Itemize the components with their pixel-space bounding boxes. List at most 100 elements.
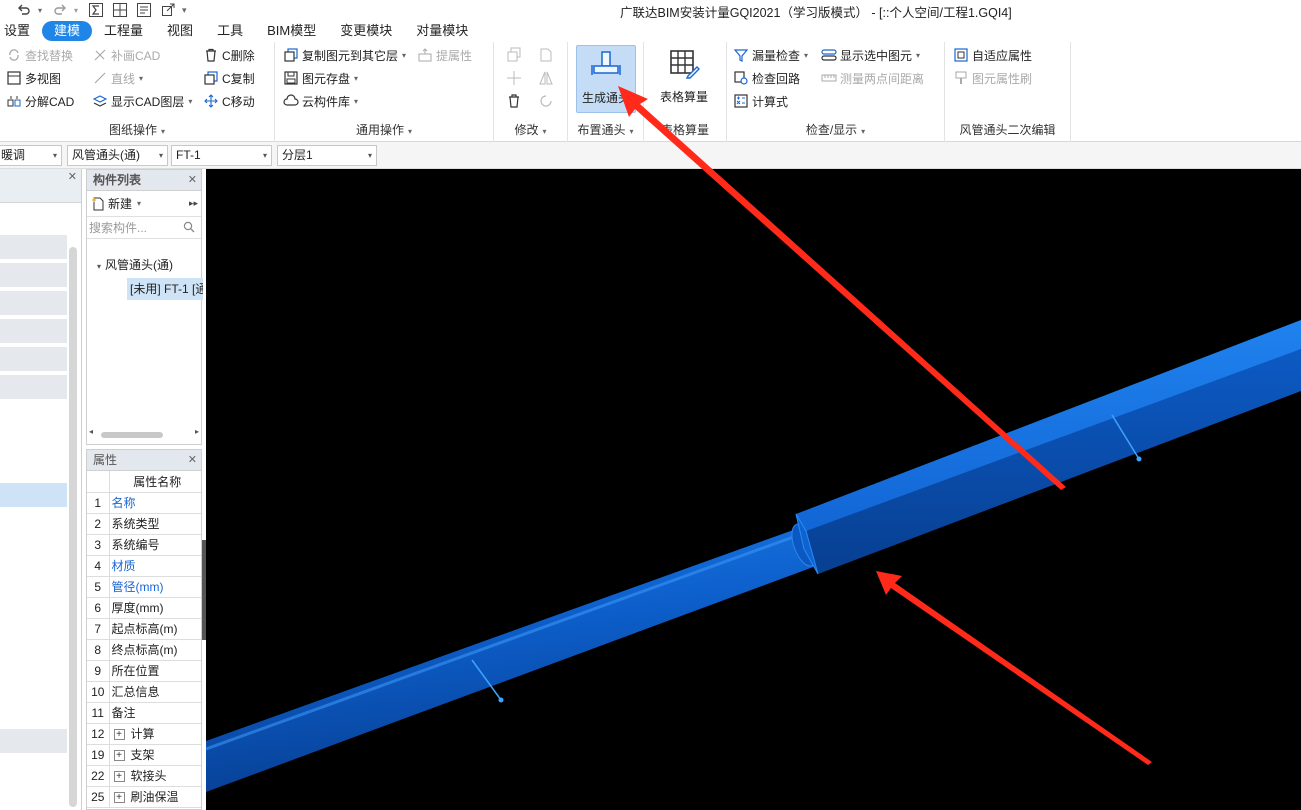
menu-reconcile-module[interactable]: 对量模块 bbox=[404, 21, 480, 41]
3d-viewport[interactable] bbox=[206, 169, 1301, 810]
tree-node-parent[interactable]: ▾ 风管通头(通) bbox=[97, 256, 173, 273]
new-component-button[interactable]: 新建 bbox=[108, 195, 132, 212]
close-icon[interactable]: ✕ bbox=[188, 450, 197, 471]
rect-duct-side[interactable] bbox=[796, 349, 1301, 574]
expand-icon[interactable]: + bbox=[113, 750, 125, 762]
menu-modeling[interactable]: 建模 bbox=[42, 21, 93, 41]
nav-item[interactable] bbox=[0, 291, 67, 315]
menu-quantity[interactable]: 工程量 bbox=[92, 21, 155, 41]
table-row[interactable]: 2 系统类型 bbox=[87, 513, 201, 535]
table-row[interactable]: 1 名称 bbox=[87, 492, 201, 514]
undo-icon[interactable] bbox=[14, 1, 34, 19]
menu-bim-model[interactable]: BIM模型 bbox=[255, 21, 328, 41]
menu-change-module[interactable]: 变更模块 bbox=[328, 21, 404, 41]
scroll-thumb[interactable] bbox=[101, 432, 163, 438]
table-row[interactable]: 25 + 刷油保温 bbox=[87, 786, 201, 808]
expand-icon[interactable]: + bbox=[113, 729, 125, 741]
menu-settings[interactable]: 设置 bbox=[0, 21, 42, 41]
table-row[interactable]: 22 + 软接头 bbox=[87, 765, 201, 787]
close-icon[interactable]: ✕ bbox=[188, 170, 197, 191]
menu-view[interactable]: 视图 bbox=[155, 21, 205, 41]
panel-icon[interactable] bbox=[134, 1, 154, 19]
component-search[interactable]: 搜索构件... bbox=[87, 217, 201, 239]
close-icon[interactable]: ✕ bbox=[68, 170, 77, 183]
nav-item[interactable] bbox=[0, 319, 67, 343]
nav-item[interactable] bbox=[0, 263, 67, 287]
copy-to-other-floor-button[interactable]: 复制图元到其它层 ▾ bbox=[283, 45, 406, 65]
group-label-drawing-ops[interactable]: 图纸操作 ▾ bbox=[0, 121, 274, 138]
more-icon[interactable]: ▸▸ bbox=[189, 198, 198, 209]
expand-icon[interactable]: + bbox=[113, 771, 125, 783]
check-loop-button[interactable]: 检查回路 bbox=[733, 68, 800, 88]
layer-select[interactable]: 分层1 ▾ bbox=[277, 145, 377, 166]
new-dropdown-icon[interactable]: ▾ bbox=[137, 199, 141, 208]
table-row[interactable]: 10 汇总信息 bbox=[87, 681, 201, 703]
modify-mirror-icon[interactable] bbox=[538, 68, 554, 88]
redo-dropdown-icon[interactable]: ▾ bbox=[74, 6, 78, 15]
nav-item[interactable] bbox=[0, 375, 67, 399]
group-label-check-display[interactable]: 检查/显示 ▾ bbox=[727, 121, 944, 138]
straight-line-button[interactable]: 直线 ▾ bbox=[92, 68, 143, 88]
nav-item[interactable] bbox=[0, 729, 67, 753]
show-selected-button[interactable]: 显示选中图元 ▾ bbox=[821, 45, 920, 65]
table-calc-button[interactable]: 表格算量 bbox=[654, 45, 714, 113]
measure-distance-button[interactable]: 测量两点间距离 bbox=[821, 68, 924, 88]
tree-node-selected[interactable]: [未用] FT-1 [通 bbox=[127, 278, 203, 300]
c-move-button[interactable]: C移动 bbox=[203, 91, 255, 111]
generate-fitting-button[interactable]: 生成通头 bbox=[576, 45, 636, 113]
export-icon[interactable] bbox=[158, 1, 178, 19]
horizontal-scrollbar[interactable]: ◂ ▸ bbox=[89, 427, 199, 440]
table-row[interactable]: 9 所在位置 bbox=[87, 660, 201, 682]
show-cad-layer-button[interactable]: 显示CAD图层 ▾ bbox=[92, 91, 192, 111]
collapse-icon[interactable]: ▾ bbox=[97, 262, 101, 271]
redo-icon[interactable] bbox=[50, 1, 70, 19]
nav-item[interactable] bbox=[0, 347, 67, 371]
sum-icon[interactable] bbox=[86, 1, 106, 19]
table-row[interactable]: 4 材质 bbox=[87, 555, 201, 577]
leak-check-button[interactable]: 漏量检查 ▾ bbox=[733, 45, 808, 65]
table-row[interactable]: 12 + 计算 bbox=[87, 723, 201, 745]
nav-item-selected[interactable] bbox=[0, 483, 67, 507]
group-label-place-fitting[interactable]: 布置通头 ▾ bbox=[568, 121, 643, 138]
table-row[interactable]: 3 系统编号 bbox=[87, 534, 201, 556]
undo-dropdown-icon[interactable]: ▾ bbox=[38, 6, 42, 15]
modify-copy-icon[interactable] bbox=[506, 45, 522, 65]
c-copy-button[interactable]: C复制 bbox=[203, 68, 255, 88]
modify-move-icon[interactable] bbox=[506, 68, 522, 88]
search-icon[interactable] bbox=[183, 221, 195, 236]
table-row[interactable]: 19 + 支架 bbox=[87, 744, 201, 766]
group-label-modify[interactable]: 修改 ▾ bbox=[494, 121, 567, 138]
cloud-library-button[interactable]: 云构件库 ▾ bbox=[283, 91, 358, 111]
customize-quick-access-icon[interactable]: ▾ bbox=[182, 5, 187, 16]
component-select[interactable]: FT-1 ▾ bbox=[171, 145, 272, 166]
group-label-general-ops[interactable]: 通用操作 ▾ bbox=[275, 121, 493, 138]
menu-tools[interactable]: 工具 bbox=[205, 21, 255, 41]
component-type-select[interactable]: 风管通头(通) ▾ bbox=[67, 145, 168, 166]
formula-button[interactable]: 计算式 bbox=[733, 91, 788, 111]
expand-icon[interactable]: + bbox=[113, 792, 125, 804]
table-row[interactable]: 7 起点标高(m) bbox=[87, 618, 201, 640]
nav-item[interactable] bbox=[0, 235, 67, 259]
modify-mirror-copy-icon[interactable] bbox=[538, 45, 554, 65]
modify-delete-icon[interactable] bbox=[506, 91, 522, 111]
c-delete-button[interactable]: C删除 bbox=[203, 45, 255, 65]
modify-rotate-icon[interactable] bbox=[538, 91, 554, 111]
table-row[interactable]: 5 管径(mm) bbox=[87, 576, 201, 598]
multi-view-button[interactable]: 多视图 bbox=[6, 68, 61, 88]
patch-cad-button[interactable]: 补画CAD bbox=[92, 45, 160, 65]
scroll-right-icon[interactable]: ▸ bbox=[195, 427, 199, 436]
scroll-left-icon[interactable]: ◂ bbox=[89, 427, 93, 436]
rect-duct-top[interactable] bbox=[796, 320, 1301, 531]
explode-cad-button[interactable]: 分解CAD bbox=[6, 91, 74, 111]
find-replace-button[interactable]: 查找替换 bbox=[6, 45, 73, 65]
round-duct[interactable] bbox=[206, 524, 816, 792]
element-save-button[interactable]: 图元存盘 ▾ bbox=[283, 68, 358, 88]
vertical-scrollbar[interactable] bbox=[69, 247, 77, 807]
extract-props-button[interactable]: 提属性 bbox=[417, 45, 472, 65]
system-type-select[interactable]: 暖调 ▾ bbox=[0, 145, 62, 166]
adaptive-props-button[interactable]: 自适应属性 bbox=[953, 45, 1032, 65]
table-row[interactable]: 8 终点标高(m) bbox=[87, 639, 201, 661]
table-row[interactable]: 11 备注 bbox=[87, 702, 201, 724]
grid-icon[interactable] bbox=[110, 1, 130, 19]
table-row[interactable]: 6 厚度(mm) bbox=[87, 597, 201, 619]
